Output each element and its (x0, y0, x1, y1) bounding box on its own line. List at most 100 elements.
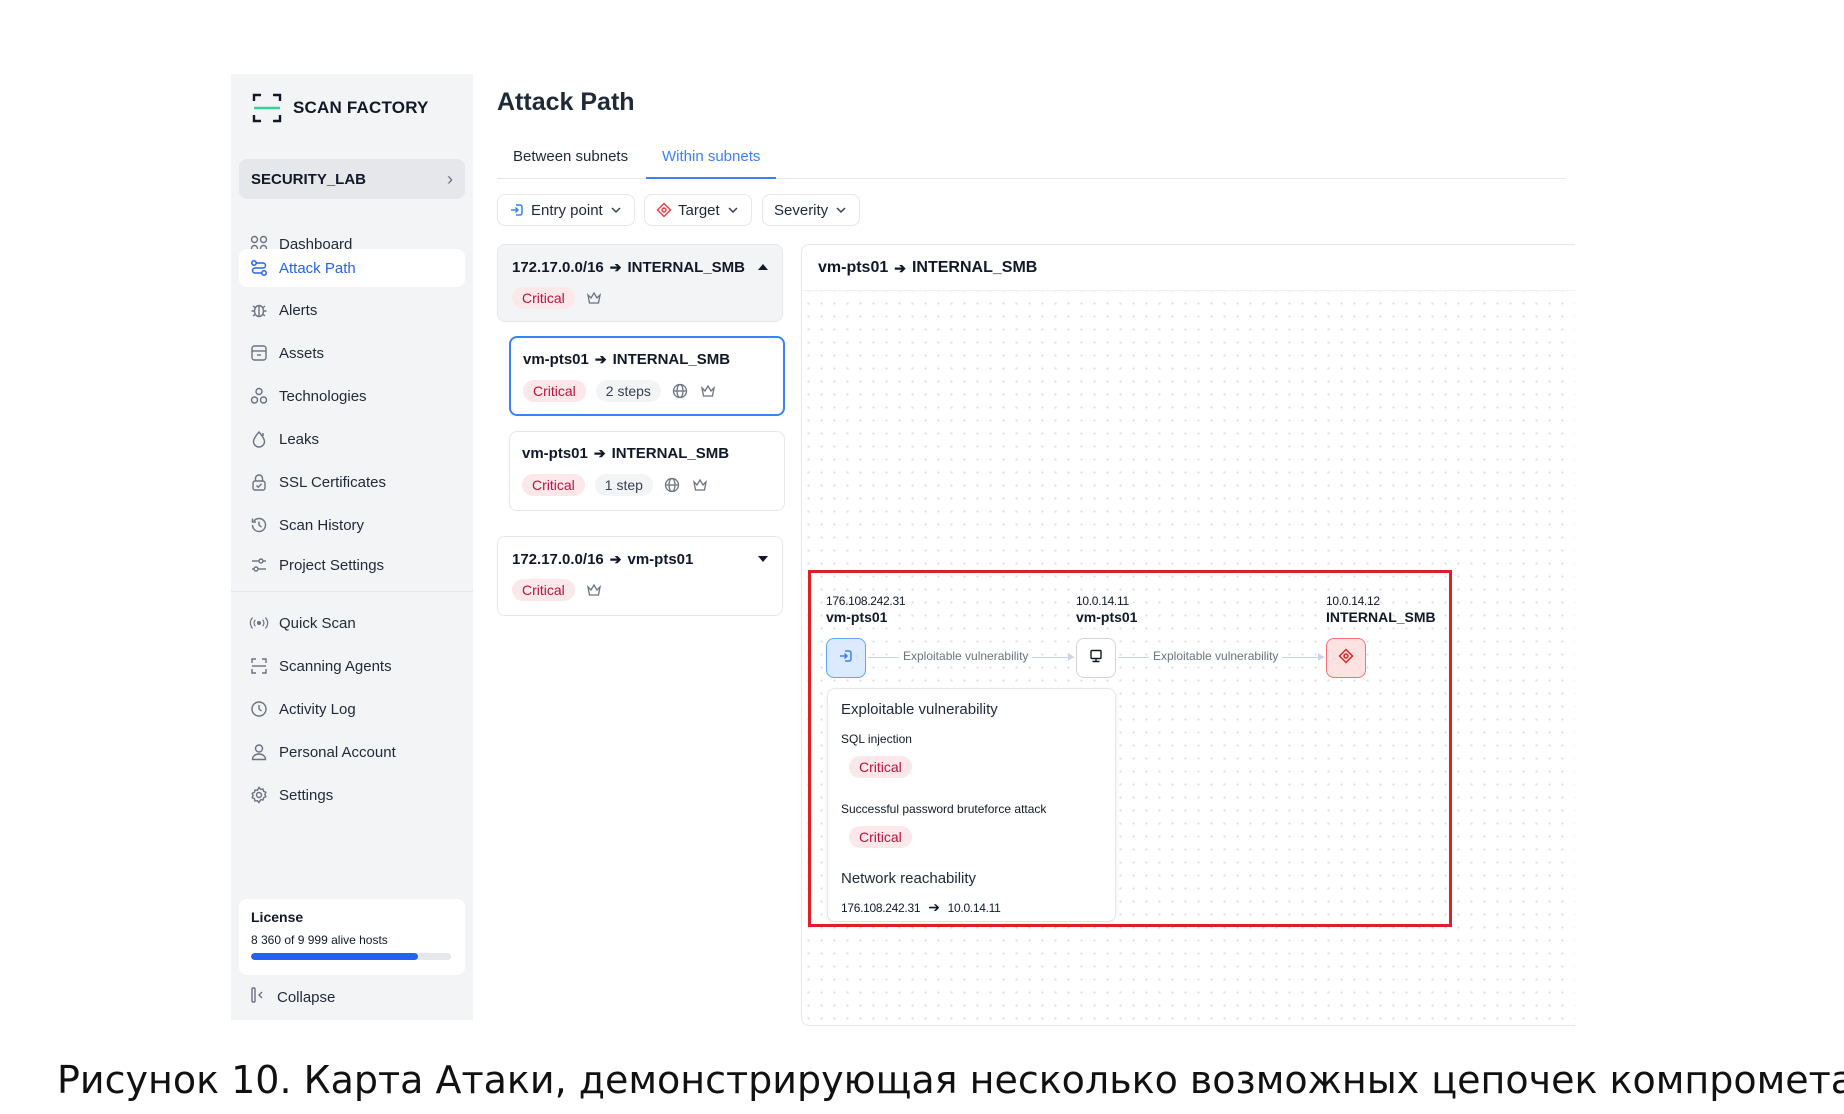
sidebar-item-settings[interactable]: Settings (239, 776, 465, 814)
severity-badge: Critical (512, 287, 575, 309)
alert-bug-icon (249, 300, 269, 320)
path-group-title: 172.17.0.0/16 ➔ INTERNAL_SMB (512, 259, 745, 276)
app-name: SCAN FACTORY (293, 98, 429, 117)
figure-caption: Рисунок 10. Карта Атаки, демонстрирующая… (57, 1058, 1844, 1102)
target-icon (656, 202, 672, 218)
path-from: 172.17.0.0/16 (512, 259, 604, 276)
sidebar-divider (231, 591, 473, 592)
project-name: SECURITY_LAB (251, 170, 367, 188)
sidebar-item-label: SSL Certificates (279, 473, 386, 491)
path-from: 172.17.0.0/16 (512, 551, 604, 568)
sidebar-item-scan-history[interactable]: Scan History (239, 506, 465, 544)
severity-badge: Critical (522, 474, 585, 496)
path-group-expanded[interactable]: 172.17.0.0/16 ➔ INTERNAL_SMB Critical (497, 244, 783, 322)
sidebar-item-label: Technologies (279, 387, 367, 405)
license-progress-fill (251, 953, 419, 960)
license-progress-bar (251, 953, 451, 960)
path-to: INTERNAL_SMB (627, 259, 746, 276)
user-icon (249, 742, 269, 762)
sidebar: SCAN FACTORY SECURITY_LAB › Dashboard At… (231, 74, 473, 1020)
sidebar-item-attack-path[interactable]: Attack Path (239, 249, 465, 287)
sidebar-item-label: Attack Path (279, 259, 356, 277)
collapse-icon (249, 986, 267, 1008)
crown-icon (585, 289, 603, 307)
path-tags: Critical (512, 579, 603, 601)
history-icon (249, 515, 269, 535)
path-card-selected[interactable]: vm-pts01 ➔ INTERNAL_SMB Critical 2 steps (509, 336, 785, 416)
collapse-button[interactable]: Collapse (249, 986, 335, 1008)
license-used: 8 360 (251, 933, 282, 947)
sidebar-item-ssl-certificates[interactable]: SSL Certificates (239, 463, 465, 501)
sliders-icon (249, 555, 269, 575)
sidebar-item-label: Scanning Agents (279, 657, 392, 675)
scan-agents-icon (249, 656, 269, 676)
filter-target[interactable]: Target (644, 194, 752, 226)
sidebar-item-label: Quick Scan (279, 614, 356, 632)
sidebar-item-scanning-agents[interactable]: Scanning Agents (239, 647, 465, 685)
path-group-collapsed[interactable]: 172.17.0.0/16 ➔ vm-pts01 Critical (497, 536, 783, 616)
leaks-icon (249, 429, 269, 449)
chevron-down-icon (726, 203, 740, 217)
license-suffix: alive hosts (331, 933, 388, 947)
sidebar-item-leaks[interactable]: Leaks (239, 420, 465, 458)
sidebar-item-quick-scan[interactable]: Quick Scan (239, 604, 465, 642)
arrow-right-icon: ➔ (894, 259, 906, 276)
sidebar-item-assets[interactable]: Assets (239, 334, 465, 372)
license-card: License 8 360 of 9 999 alive hosts (239, 899, 465, 975)
sidebar-item-personal-account[interactable]: Personal Account (239, 733, 465, 771)
arrow-right-icon: ➔ (593, 445, 606, 461)
technologies-icon (249, 386, 269, 406)
globe-icon (671, 382, 689, 400)
assets-icon (249, 343, 269, 363)
project-selector[interactable]: SECURITY_LAB › (239, 159, 465, 199)
crown-icon (585, 581, 603, 599)
filter-label: Target (678, 201, 720, 219)
sidebar-item-label: Settings (279, 786, 334, 804)
app-logo[interactable]: SCAN FACTORY (251, 90, 429, 126)
path-tags: Critical 1 step (522, 474, 709, 496)
filter-label: Severity (774, 201, 829, 219)
page-title: Attack Path (497, 88, 635, 116)
steps-badge: 1 step (594, 474, 653, 496)
path-card-title: vm-pts01 ➔ INTERNAL_SMB (523, 351, 730, 368)
path-group-title: 172.17.0.0/16 ➔ vm-pts01 (512, 551, 693, 568)
crown-icon (691, 476, 709, 494)
sidebar-item-label: Leaks (279, 430, 320, 448)
tab-within-subnets[interactable]: Within subnets (646, 135, 777, 179)
caret-up-icon[interactable] (758, 264, 768, 270)
gear-icon (249, 785, 269, 805)
path-from: vm-pts01 (523, 351, 589, 368)
sidebar-item-label: Scan History (279, 516, 365, 534)
chevron-down-icon (609, 203, 623, 217)
path-card[interactable]: vm-pts01 ➔ INTERNAL_SMB Critical 1 step (509, 431, 785, 511)
filter-severity[interactable]: Severity (762, 194, 861, 226)
path-tags: Critical (512, 287, 603, 309)
path-to: INTERNAL_SMB (612, 351, 731, 368)
path-from: vm-pts01 (522, 445, 588, 462)
globe-icon (663, 476, 681, 494)
path-tags: Critical 2 steps (523, 380, 717, 402)
severity-badge: Critical (512, 579, 575, 601)
collapse-label: Collapse (277, 988, 336, 1006)
sidebar-item-project-settings[interactable]: Project Settings (239, 546, 465, 584)
sidebar-item-activity-log[interactable]: Activity Log (239, 690, 465, 728)
highlight-frame (808, 570, 1452, 927)
filter-label: Entry point (531, 201, 603, 219)
tab-bar: Between subnets Within subnets (497, 135, 1565, 179)
sidebar-item-label: Activity Log (279, 700, 356, 718)
license-of: of (284, 933, 295, 947)
entry-point-icon (509, 202, 525, 218)
canvas-title-to: INTERNAL_SMB (911, 259, 1038, 276)
filter-entry-point[interactable]: Entry point (497, 194, 635, 226)
arrow-right-icon: ➔ (609, 551, 622, 567)
license-total: 9 999 (297, 933, 328, 947)
sidebar-item-label: Personal Account (279, 743, 396, 761)
tab-between-subnets[interactable]: Between subnets (497, 135, 644, 179)
chevron-down-icon (834, 203, 848, 217)
severity-badge: Critical (523, 380, 586, 402)
caret-down-icon[interactable] (758, 556, 768, 562)
path-card-title: vm-pts01 ➔ INTERNAL_SMB (522, 445, 729, 462)
quick-scan-icon (249, 613, 269, 633)
sidebar-item-alerts[interactable]: Alerts (239, 291, 465, 329)
sidebar-item-technologies[interactable]: Technologies (239, 377, 465, 415)
